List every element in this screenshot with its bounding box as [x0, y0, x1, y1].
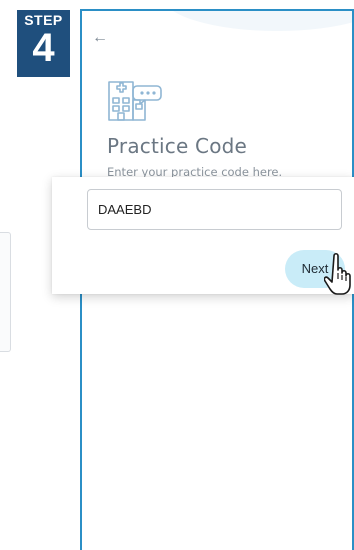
- clinic-building-icon: [108, 81, 162, 121]
- hand-pointer-icon: [324, 252, 351, 295]
- practice-code-input[interactable]: [87, 189, 342, 230]
- page-title: Practice Code: [107, 134, 248, 158]
- back-arrow-icon[interactable]: ←: [92, 28, 108, 48]
- step-number: 4: [32, 26, 55, 70]
- side-panel-edge: [0, 232, 11, 352]
- header-decoration: [162, 11, 352, 31]
- step-badge: STEP 4: [17, 10, 70, 77]
- practice-code-card: Next: [52, 177, 354, 294]
- tutorial-screenshot: STEP 4 ← Practice Code Enter your practi…: [0, 0, 354, 550]
